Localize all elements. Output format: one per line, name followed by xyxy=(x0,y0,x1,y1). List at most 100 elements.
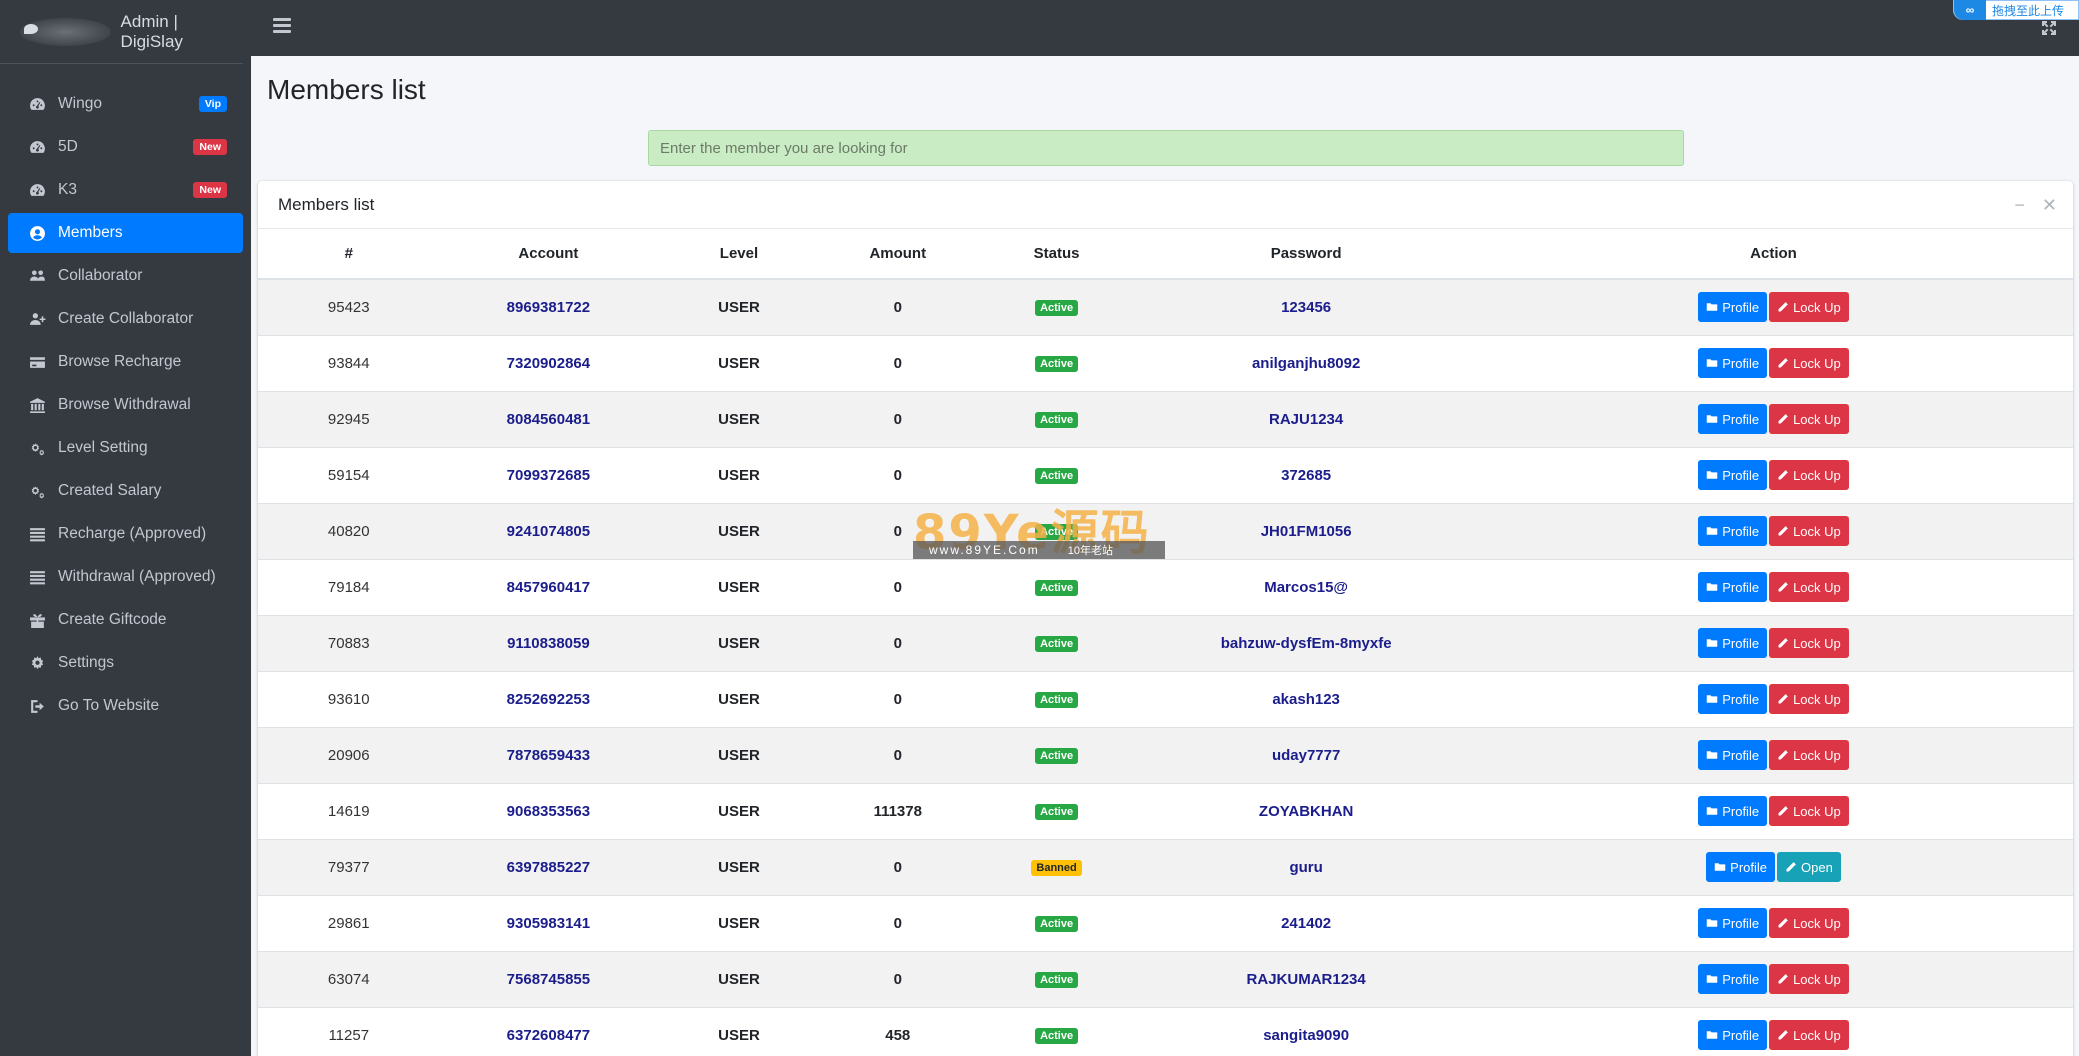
upload-widget[interactable]: ∞ 拖拽至此上传 xyxy=(1953,0,2079,20)
profile-button[interactable]: Profile xyxy=(1698,292,1768,323)
fullscreen-icon[interactable] xyxy=(2041,20,2057,36)
close-icon[interactable]: ✕ xyxy=(2042,195,2057,216)
sidebar-item-wingo[interactable]: Wingo Vip xyxy=(8,84,243,124)
member-amount: 0 xyxy=(820,446,975,503)
lock-up-button[interactable]: Lock Up xyxy=(1769,348,1849,378)
sidebar-item-go-to-website[interactable]: Go To Website xyxy=(8,686,243,726)
pencil-icon xyxy=(1778,638,1788,648)
member-account[interactable]: 6397885227 xyxy=(439,838,658,895)
profile-button[interactable]: Profile xyxy=(1698,1020,1768,1051)
profile-button[interactable]: Profile xyxy=(1698,908,1768,938)
open-button[interactable]: Open xyxy=(1777,852,1841,882)
lock-up-button[interactable]: Lock Up xyxy=(1769,1020,1849,1051)
action-cell: Profile Lock Up xyxy=(1474,782,2073,839)
page-title: Members list xyxy=(267,74,426,105)
sidebar-item-label: Created Salary xyxy=(58,482,162,499)
member-search-input[interactable] xyxy=(648,130,1684,166)
member-account[interactable]: 8969381722 xyxy=(439,278,658,335)
sidebar-item-browse-recharge[interactable]: Browse Recharge xyxy=(8,342,243,382)
lock-up-button[interactable]: Lock Up xyxy=(1769,908,1849,938)
column-header: Action xyxy=(1474,229,2073,280)
status-badge: Active xyxy=(1035,916,1079,932)
profile-button[interactable]: Profile xyxy=(1698,460,1768,490)
member-account[interactable]: 9110838059 xyxy=(439,614,658,671)
sidebar-item-level-setting[interactable]: Level Setting xyxy=(8,428,243,468)
brand[interactable]: Admin | DigiSlay xyxy=(0,0,243,64)
member-account[interactable]: 7568745855 xyxy=(439,950,658,1007)
member-level: USER xyxy=(657,838,821,895)
sidebar-item-settings[interactable]: Settings xyxy=(8,643,243,683)
profile-button[interactable]: Profile xyxy=(1698,572,1768,602)
folder-icon xyxy=(1706,975,1718,983)
member-account[interactable]: 8252692253 xyxy=(439,670,658,727)
profile-button-label: Profile xyxy=(1730,859,1768,875)
member-account[interactable]: 8084560481 xyxy=(439,390,658,447)
status-cell: Banned xyxy=(974,838,1139,895)
column-header: Account xyxy=(439,229,658,280)
lock-up-button[interactable]: Lock Up xyxy=(1769,404,1849,434)
member-password: RAJU1234 xyxy=(1138,390,1475,447)
lock-up-button[interactable]: Lock Up xyxy=(1769,572,1849,602)
profile-button[interactable]: Profile xyxy=(1698,516,1768,546)
member-account[interactable]: 6372608477 xyxy=(439,1006,658,1056)
profile-button[interactable]: Profile xyxy=(1698,348,1768,378)
lock-up-button[interactable]: Lock Up xyxy=(1769,684,1849,714)
lock-up-button[interactable]: Lock Up xyxy=(1769,740,1849,770)
profile-button[interactable]: Profile xyxy=(1698,964,1768,994)
sidebar-item-recharge-approved[interactable]: Recharge (Approved) xyxy=(8,514,243,554)
sidebar-item-create-giftcode[interactable]: Create Giftcode xyxy=(8,600,243,640)
lock-up-button[interactable]: Lock Up xyxy=(1769,460,1849,490)
member-account[interactable]: 8457960417 xyxy=(439,558,658,615)
folder-icon xyxy=(1706,359,1718,367)
profile-button[interactable]: Profile xyxy=(1706,852,1776,882)
member-level: USER xyxy=(657,894,821,951)
sidebar-item-create-collaborator[interactable]: Create Collaborator xyxy=(8,299,243,339)
member-account[interactable]: 7878659433 xyxy=(439,726,658,783)
hamburger-menu-icon[interactable] xyxy=(273,18,291,34)
lock-up-button[interactable]: Lock Up xyxy=(1769,292,1849,323)
table-header-row: # Account Level Amount Status Password Action xyxy=(258,229,2073,280)
new-badge: New xyxy=(193,139,227,155)
action-button-label: Lock Up xyxy=(1793,803,1841,819)
sidebar-item-members[interactable]: Members xyxy=(8,213,243,253)
lock-up-button[interactable]: Lock Up xyxy=(1769,964,1849,994)
sidebar-item-withdrawal-approved[interactable]: Withdrawal (Approved) xyxy=(8,557,243,597)
profile-button-label: Profile xyxy=(1722,691,1760,707)
profile-button-label: Profile xyxy=(1722,523,1760,539)
sidebar-item-5d[interactable]: 5D New xyxy=(8,127,243,167)
profile-button[interactable]: Profile xyxy=(1698,684,1768,714)
member-password: uday7777 xyxy=(1138,726,1475,783)
sidebar-item-browse-withdrawal[interactable]: Browse Withdrawal xyxy=(8,385,243,425)
sidebar-item-collaborator[interactable]: Collaborator xyxy=(8,256,243,296)
member-account[interactable]: 9068353563 xyxy=(439,782,658,839)
lock-up-button[interactable]: Lock Up xyxy=(1769,516,1849,546)
profile-button[interactable]: Profile xyxy=(1698,796,1768,826)
member-amount: 0 xyxy=(820,558,975,615)
sidebar-item-created-salary[interactable]: Created Salary xyxy=(8,471,243,511)
action-cell: Profile Lock Up xyxy=(1474,1006,2073,1056)
member-account[interactable]: 9241074805 xyxy=(439,502,658,559)
tachometer-icon xyxy=(28,181,46,199)
action-cell: Profile Lock Up xyxy=(1474,894,2073,951)
member-id: 92945 xyxy=(258,390,440,447)
action-button-label: Lock Up xyxy=(1793,523,1841,539)
minimize-icon[interactable]: − xyxy=(2014,195,2025,216)
column-header: Level xyxy=(657,229,821,280)
new-badge: New xyxy=(193,182,227,198)
profile-button-label: Profile xyxy=(1722,579,1760,595)
cogs-icon xyxy=(28,482,46,500)
action-cell: Profile Lock Up xyxy=(1474,726,2073,783)
sidebar-item-label: Go To Website xyxy=(58,697,160,714)
profile-button[interactable]: Profile xyxy=(1698,628,1768,658)
status-cell: Active xyxy=(974,1006,1139,1056)
member-account[interactable]: 7320902864 xyxy=(439,334,658,391)
sidebar-item-k3[interactable]: K3 New xyxy=(8,170,243,210)
member-account[interactable]: 9305983141 xyxy=(439,894,658,951)
lock-up-button[interactable]: Lock Up xyxy=(1769,796,1849,826)
profile-button[interactable]: Profile xyxy=(1698,740,1768,770)
lock-up-button[interactable]: Lock Up xyxy=(1769,628,1849,658)
status-badge: Active xyxy=(1035,412,1079,428)
profile-button[interactable]: Profile xyxy=(1698,404,1768,434)
member-account[interactable]: 7099372685 xyxy=(439,446,658,503)
status-badge: Active xyxy=(1035,356,1079,372)
